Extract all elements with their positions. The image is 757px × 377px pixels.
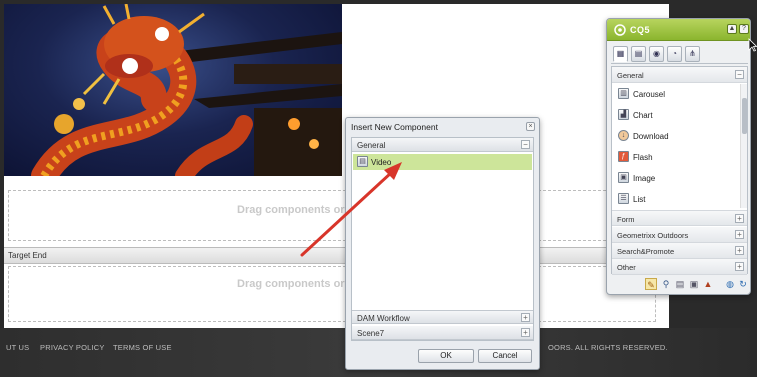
video-icon: ▤ xyxy=(357,156,368,167)
clientcontext-icon[interactable]: ▣ xyxy=(688,278,700,290)
chart-icon: ▟ xyxy=(618,109,629,120)
dialog-item-video-label: Video xyxy=(371,158,392,167)
target-end-label: Target End xyxy=(8,251,47,260)
sidekick-toolbar: ✎ ⚲ ▤ ▣ ▲ ◍ ↻ xyxy=(611,277,748,293)
sidekick-item-carousel[interactable]: ▥ Carousel xyxy=(618,86,738,102)
footer-link-about[interactable]: UT US xyxy=(6,343,29,352)
sidekick-group-search-label: Search&Promote xyxy=(617,247,675,256)
sidekick-item-list[interactable]: ☰ List xyxy=(618,191,738,207)
help-icon[interactable]: ? xyxy=(739,24,749,34)
sidekick-group-other-label: Other xyxy=(617,263,636,272)
dialog-group-general-label: General xyxy=(357,141,386,150)
components-icon[interactable]: ▦ xyxy=(613,46,628,62)
dialog-group-scene7-label: Scene7 xyxy=(357,329,385,338)
collapse-icon[interactable]: − xyxy=(735,70,744,79)
image-icon[interactable]: ▲ xyxy=(702,278,714,290)
image-icon: ▣ xyxy=(618,172,629,183)
globe-icon[interactable]: ◍ xyxy=(724,278,736,290)
versioning-icon[interactable]: ⋔ xyxy=(685,46,700,62)
sidekick-group-geometrixx-label: Geometrixx Outdoors xyxy=(617,231,689,240)
drop-zone-lower[interactable] xyxy=(8,266,656,322)
sidekick-item-image-label: Image xyxy=(633,174,656,183)
sidekick-group-form-label: Form xyxy=(617,215,635,224)
flash-icon: ƒ xyxy=(618,151,629,162)
expand-icon[interactable]: + xyxy=(735,230,744,239)
dialog-group-dam-workflow[interactable]: DAM Workflow + xyxy=(352,310,533,324)
edit-icon[interactable]: ✎ xyxy=(645,278,657,290)
dialog-title: Insert New Component xyxy=(351,122,438,132)
cancel-button[interactable]: Cancel xyxy=(478,349,532,363)
sidekick-item-list-label: List xyxy=(633,195,646,204)
sidekick-item-download-label: Download xyxy=(633,132,669,141)
sidekick-item-chart-label: Chart xyxy=(633,111,653,120)
collapse-icon[interactable]: − xyxy=(521,140,530,149)
info-icon[interactable]: ◉ xyxy=(649,46,664,62)
drop-zone-upper-text: Drag components or xyxy=(237,204,345,216)
dialog-item-video[interactable]: ▤ Video xyxy=(353,154,532,170)
download-icon: ↓ xyxy=(618,130,629,141)
drop-zone-lower-text: Drag components or xyxy=(237,278,345,290)
ok-button[interactable]: OK xyxy=(418,349,474,363)
page-icon[interactable]: ▤ xyxy=(631,46,646,62)
expand-icon[interactable]: + xyxy=(521,328,530,337)
expand-icon[interactable]: + xyxy=(521,313,530,322)
mouse-cursor-icon xyxy=(748,38,757,52)
sidekick-group-geometrixx-outdoors[interactable]: Geometrixx Outdoors + xyxy=(612,227,747,243)
dialog-group-scene7[interactable]: Scene7 + xyxy=(352,326,533,340)
sidekick-item-carousel-label: Carousel xyxy=(633,90,666,99)
collapse-sidekick-icon[interactable]: ▲ xyxy=(727,24,737,34)
sidekick-item-flash[interactable]: ƒ Flash xyxy=(618,149,738,165)
sidekick-scrollbar-thumb[interactable] xyxy=(742,98,747,134)
sidekick-item-chart[interactable]: ▟ Chart xyxy=(618,107,738,123)
list-icon: ☰ xyxy=(618,193,629,204)
sidekick-item-flash-label: Flash xyxy=(633,153,653,162)
sidekick-item-image[interactable]: ▣ Image xyxy=(618,170,738,186)
sidekick-header[interactable]: CQ5 ▲ ? xyxy=(607,19,750,41)
insert-component-dialog: Insert New Component × General − ▤ Video… xyxy=(345,117,540,370)
refresh-icon[interactable]: ↻ xyxy=(737,278,749,290)
sidekick-scrollbar[interactable] xyxy=(740,84,747,208)
footer-link-terms[interactable]: TERMS OF USE xyxy=(113,343,172,352)
sidekick-group-form[interactable]: Form + xyxy=(612,210,747,226)
close-icon[interactable]: × xyxy=(526,122,535,131)
sidekick-group-search-promote[interactable]: Search&Promote + xyxy=(612,243,747,259)
expand-icon[interactable]: + xyxy=(735,262,744,271)
dialog-group-dam-label: DAM Workflow xyxy=(357,314,410,323)
footer-link-privacy[interactable]: PRIVACY POLICY xyxy=(40,343,105,352)
sidekick-group-other[interactable]: Other + xyxy=(612,259,747,275)
expand-icon[interactable]: + xyxy=(735,246,744,255)
footer-copyright: OORS. ALL RIGHTS RESERVED. xyxy=(548,343,668,352)
sidekick-title: CQ5 xyxy=(630,25,651,35)
sidekick-components-panel: General − ▥ Carousel ▟ Chart ↓ Download … xyxy=(611,66,748,275)
cq-logo-icon xyxy=(614,24,626,36)
dialog-component-list: General − ▤ Video DAM Workflow + Scene7 … xyxy=(351,137,534,341)
sidekick-item-download[interactable]: ↓ Download xyxy=(618,128,738,144)
page-properties-icon[interactable]: ▤ xyxy=(674,278,686,290)
workflow-icon[interactable]: ◔ xyxy=(667,46,682,62)
sidekick-panel: CQ5 ▲ ? ▦ ▤ ◉ ◔ ⋔ General − ▥ Carousel ▟… xyxy=(606,18,751,295)
target-end-bar: Target End xyxy=(4,247,669,264)
carousel-icon: ▥ xyxy=(618,88,629,99)
sidekick-group-general-label: General xyxy=(617,71,644,80)
hero-image xyxy=(4,4,342,176)
search-icon[interactable]: ⚲ xyxy=(660,278,672,290)
sidekick-group-general[interactable]: General − xyxy=(612,67,747,83)
expand-icon[interactable]: + xyxy=(735,214,744,223)
sidekick-tabs: ▦ ▤ ◉ ◔ ⋔ xyxy=(611,45,748,64)
dialog-group-general[interactable]: General − xyxy=(352,138,533,152)
